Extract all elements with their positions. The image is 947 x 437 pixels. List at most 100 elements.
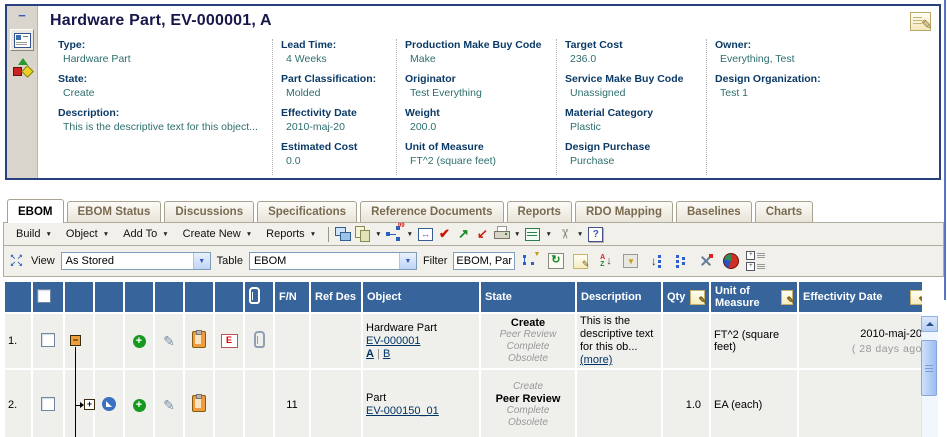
properties-form-icon[interactable] <box>10 29 34 51</box>
form-glyph <box>14 33 31 48</box>
property-column-5: Owner:Everything, Test Design Organizati… <box>706 39 931 175</box>
refresh-icon[interactable]: ↻ <box>546 252 565 270</box>
edit-table-icon[interactable]: ✎ <box>571 252 590 270</box>
clipboard-icon[interactable] <box>192 331 206 348</box>
dropdown-caret-icon[interactable]: ▼ <box>577 231 583 238</box>
menu-object[interactable]: Object▼ <box>59 226 116 242</box>
paperclip-icon[interactable] <box>254 331 265 348</box>
add-circle-icon[interactable]: + <box>133 335 146 348</box>
tree-filter-icon[interactable]: ▼ <box>521 252 540 270</box>
tab-baselines[interactable]: Baselines <box>676 201 752 222</box>
dropdown-caret-icon[interactable]: ▼ <box>407 231 413 238</box>
property-grid: Type:Hardware Part State:Create Descript… <box>50 39 931 175</box>
collapse-levels-icon[interactable] <box>671 252 690 270</box>
dropdown-caret-icon[interactable]: ▼ <box>545 231 551 238</box>
swap-objects-icon[interactable]: ↔ <box>416 225 435 243</box>
tab-reports[interactable]: Reports <box>507 201 572 222</box>
minimize-button[interactable]: − <box>18 10 26 22</box>
header-object: Object <box>363 282 479 312</box>
menu-reports[interactable]: Reports▼ <box>259 226 323 242</box>
menu-build[interactable]: Build▼ <box>9 226 59 242</box>
multi-level-expand-icon[interactable]: + + <box>746 252 765 270</box>
chart-pie-icon[interactable] <box>721 252 740 270</box>
bom-structure-icon[interactable] <box>11 58 33 78</box>
object-id-link[interactable]: EV-000001 <box>366 335 420 347</box>
row-select-cell <box>33 314 63 368</box>
export-table-icon[interactable] <box>523 225 542 243</box>
dropdown-caret-icon[interactable]: ▼ <box>514 231 520 238</box>
edit-pencil-icon[interactable]: ✎ <box>163 333 175 349</box>
select-dropdown-button[interactable]: ▼ <box>399 253 416 269</box>
object-type: Part <box>366 392 476 405</box>
revision-b-link[interactable]: B <box>383 348 390 360</box>
dropdown-caret-icon[interactable]: ▼ <box>375 231 381 238</box>
disconnect-icon[interactable] <box>696 252 715 270</box>
demote-arrow-icon[interactable]: ↙ <box>473 225 492 243</box>
print-icon[interactable] <box>492 225 511 243</box>
scrollbar-thumb[interactable] <box>921 340 937 396</box>
add-circle-icon[interactable]: + <box>133 399 146 412</box>
caret-down-icon: ▼ <box>246 231 252 238</box>
approve-check-icon[interactable]: ✔ <box>435 225 454 243</box>
fn-cell: 11 <box>275 370 309 437</box>
field-label: Production Make Buy Code <box>405 39 548 51</box>
icon-cell: ✎ <box>155 370 183 437</box>
duplicate-sheets-icon[interactable] <box>353 225 372 243</box>
expand-all-icon[interactable]: ↖↗↙↘ <box>10 254 25 268</box>
help-icon[interactable]: ? <box>586 225 605 243</box>
tab-reference-documents[interactable]: Reference Documents <box>360 201 503 222</box>
table-controls-toolbar: ↖↗↙↘ View As Stored▼ Table EBOM▼ Filter … <box>3 246 944 277</box>
tab-charts[interactable]: Charts <box>755 201 813 222</box>
menu-add-to[interactable]: Add To▼ <box>116 226 176 242</box>
clipboard-icon[interactable] <box>192 395 206 412</box>
navigate-circle-icon[interactable] <box>102 397 116 411</box>
copy-window-icon[interactable] <box>334 225 353 243</box>
collapse-box[interactable]: − <box>70 335 81 346</box>
image-view-icon[interactable]: E <box>221 334 238 348</box>
edit-column-icon[interactable]: ✎ <box>781 290 793 305</box>
edit-column-icon[interactable]: ✎ <box>690 290 705 305</box>
structure-compare-icon[interactable]: 99 <box>385 225 404 243</box>
field-value: Unassigned <box>565 85 698 99</box>
row-number: 1. <box>5 314 31 368</box>
object-type: Hardware Part <box>366 322 476 335</box>
attachment-cell <box>245 370 273 437</box>
field-label: Owner: <box>715 39 923 51</box>
panel-content: Hardware Part, EV-000001, A ✎ Type:Hardw… <box>38 6 939 178</box>
select-dropdown-button[interactable]: ▼ <box>193 253 210 269</box>
menu-label: Add To <box>123 228 157 240</box>
revision-a-link[interactable]: A <box>366 348 374 360</box>
field-value: Molded <box>281 85 388 99</box>
row-checkbox[interactable] <box>41 397 55 411</box>
header-effectivity: Effectivity Date✎ <box>799 282 922 312</box>
tab-ebom-status[interactable]: EBOM Status <box>67 201 162 222</box>
uom-cell: FT^2 (square feet) <box>711 314 797 368</box>
view-select[interactable]: As Stored▼ <box>61 252 211 270</box>
row-checkbox[interactable] <box>41 333 55 347</box>
edit-column-icon[interactable]: ✎ <box>910 290 922 305</box>
expand-levels-icon[interactable]: ↓ <box>646 252 665 270</box>
menu-create-new[interactable]: Create New▼ <box>176 226 260 242</box>
tab-rdo-mapping[interactable]: RDO Mapping <box>575 201 673 222</box>
object-id-link[interactable]: EV-000150_01 <box>366 405 439 417</box>
state-cell: Create Peer Review Complete Obsolete <box>481 314 575 368</box>
scroll-up-button[interactable] <box>921 316 938 332</box>
field-value: 200.0 <box>405 119 548 133</box>
expand-box[interactable]: + <box>84 399 95 410</box>
promote-arrow-icon[interactable]: ↗ <box>454 225 473 243</box>
sort-az-icon[interactable]: AZ↓ <box>596 252 615 270</box>
window-right-edge <box>944 0 946 300</box>
filter-input[interactable] <box>453 252 515 270</box>
state-cell: Create Peer Review Complete Obsolete <box>481 370 575 437</box>
tab-specifications[interactable]: Specifications <box>257 201 357 222</box>
table-select[interactable]: EBOM▼ <box>249 252 417 270</box>
select-all-checkbox[interactable] <box>37 289 51 303</box>
customize-tools-icon[interactable]: ✂ <box>555 225 574 243</box>
field-label: Target Cost <box>565 39 698 51</box>
remove-filter-icon[interactable]: ▼ <box>621 252 640 270</box>
tab-ebom[interactable]: EBOM <box>7 199 64 223</box>
edit-pencil-icon[interactable]: ✎ <box>163 397 175 413</box>
more-link[interactable]: (more) <box>580 354 612 366</box>
edit-details-icon[interactable]: ✎ <box>910 12 931 31</box>
tab-discussions[interactable]: Discussions <box>164 201 254 222</box>
